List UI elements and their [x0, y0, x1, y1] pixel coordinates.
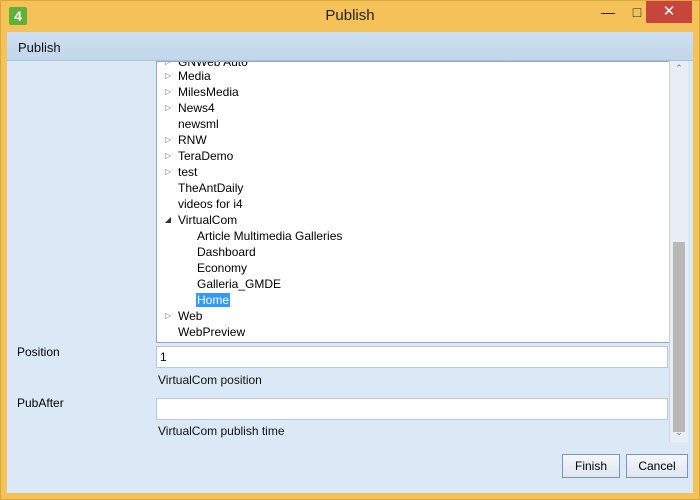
expand-arrow-icon[interactable]: ▷	[163, 84, 173, 100]
tree-item-article-multimedia-galleries[interactable]: Article Multimedia Galleries	[182, 228, 342, 244]
expand-arrow-icon[interactable]: ▷	[163, 308, 173, 324]
scroll-down-icon[interactable]: ⌄	[670, 427, 688, 441]
scroll-thumb[interactable]	[673, 242, 685, 432]
tree-item-economy[interactable]: Economy	[182, 260, 247, 276]
tree-item-label: Media	[178, 69, 211, 83]
tree-item-rnw[interactable]: ▷ RNW	[163, 132, 207, 148]
tree-item-webpreview[interactable]: WebPreview	[163, 324, 245, 340]
tree-item-media[interactable]: ▷ Media	[163, 68, 211, 84]
tree-item-label: Economy	[197, 261, 248, 275]
tree-item-label: Dashboard	[197, 245, 256, 259]
expand-arrow-icon[interactable]: ▷	[163, 164, 173, 180]
expand-arrow-icon[interactable]: ▷	[163, 68, 173, 84]
tree-item-label: newsml	[178, 117, 219, 131]
collapse-arrow-icon[interactable]: ◢	[163, 212, 173, 228]
expand-arrow-icon[interactable]: ▷	[163, 100, 173, 116]
tree-item-label-selected: Home	[196, 293, 231, 307]
tree-item-label: WebPreview	[178, 325, 246, 339]
tree-item-label: TeraDemo	[178, 149, 234, 163]
finish-button[interactable]: Finish	[562, 454, 620, 478]
tree-item-theantdaily[interactable]: TheAntDaily	[163, 180, 243, 196]
title-bar[interactable]: 4 Publish — □ ✕	[1, 1, 699, 31]
tree-item-terademo[interactable]: ▷ TeraDemo	[163, 148, 233, 164]
tree-item-label: TheAntDaily	[178, 181, 244, 195]
tree-item-label: News4	[178, 101, 215, 115]
tree-item-videos-for-i4[interactable]: videos for i4	[163, 196, 243, 212]
tree-item-dashboard[interactable]: Dashboard	[182, 244, 256, 260]
pubafter-input[interactable]	[156, 398, 668, 420]
minimize-button[interactable]: —	[594, 1, 622, 23]
tree-item-milesmedia[interactable]: ▷ MilesMedia	[163, 84, 239, 100]
tree-item-galleria-gmde[interactable]: Galleria_GMDE	[182, 276, 281, 292]
vertical-scrollbar[interactable]: ⌃ ⌄	[669, 61, 688, 442]
tree-item-label: test	[178, 165, 198, 179]
tree-item-web[interactable]: ▷ Web	[163, 308, 203, 324]
close-button[interactable]: ✕	[646, 1, 692, 23]
tree-item-label: videos for i4	[178, 197, 243, 211]
tree-item-label: RNW	[178, 133, 207, 147]
position-input[interactable]	[156, 346, 668, 368]
tree-item-virtualcom[interactable]: ◢ VirtualCom	[163, 212, 237, 228]
close-icon: ✕	[662, 3, 676, 20]
tree-item-test[interactable]: ▷ test	[163, 164, 197, 180]
position-hint: VirtualCom position	[158, 373, 262, 387]
tree-item-label: Article Multimedia Galleries	[197, 229, 343, 243]
pubafter-label: PubAfter	[17, 396, 64, 410]
channel-tree[interactable]: ▷ GNWeb Auto ▷ Media ▷ MilesMedia ▷ News4 ne…	[156, 61, 670, 343]
pubafter-hint: VirtualCom publish time	[158, 424, 285, 438]
tree-item-home[interactable]: Home	[182, 292, 231, 308]
tree-item-label: Web	[178, 309, 203, 323]
publish-window: 4 Publish — □ ✕ Publish ▷ GNWeb Auto ▷ Med…	[0, 0, 700, 500]
tree-item-news4[interactable]: ▷ News4	[163, 100, 215, 116]
expand-arrow-icon[interactable]: ▷	[163, 132, 173, 148]
tree-item-label: MilesMedia	[178, 85, 239, 99]
dialog-header: Publish	[7, 32, 693, 61]
dialog-client-area: Publish ▷ GNWeb Auto ▷ Media ▷ MilesMedia ▷…	[7, 32, 693, 493]
scroll-up-icon[interactable]: ⌃	[670, 63, 688, 77]
expand-arrow-icon[interactable]: ▷	[163, 148, 173, 164]
tree-item-label: VirtualCom	[178, 213, 238, 227]
tree-item-label: Galleria_GMDE	[197, 277, 282, 291]
tree-item-newsml[interactable]: newsml	[163, 116, 219, 132]
cancel-button[interactable]: Cancel	[626, 454, 688, 478]
dialog-header-title: Publish	[18, 40, 61, 55]
position-label: Position	[17, 345, 60, 359]
